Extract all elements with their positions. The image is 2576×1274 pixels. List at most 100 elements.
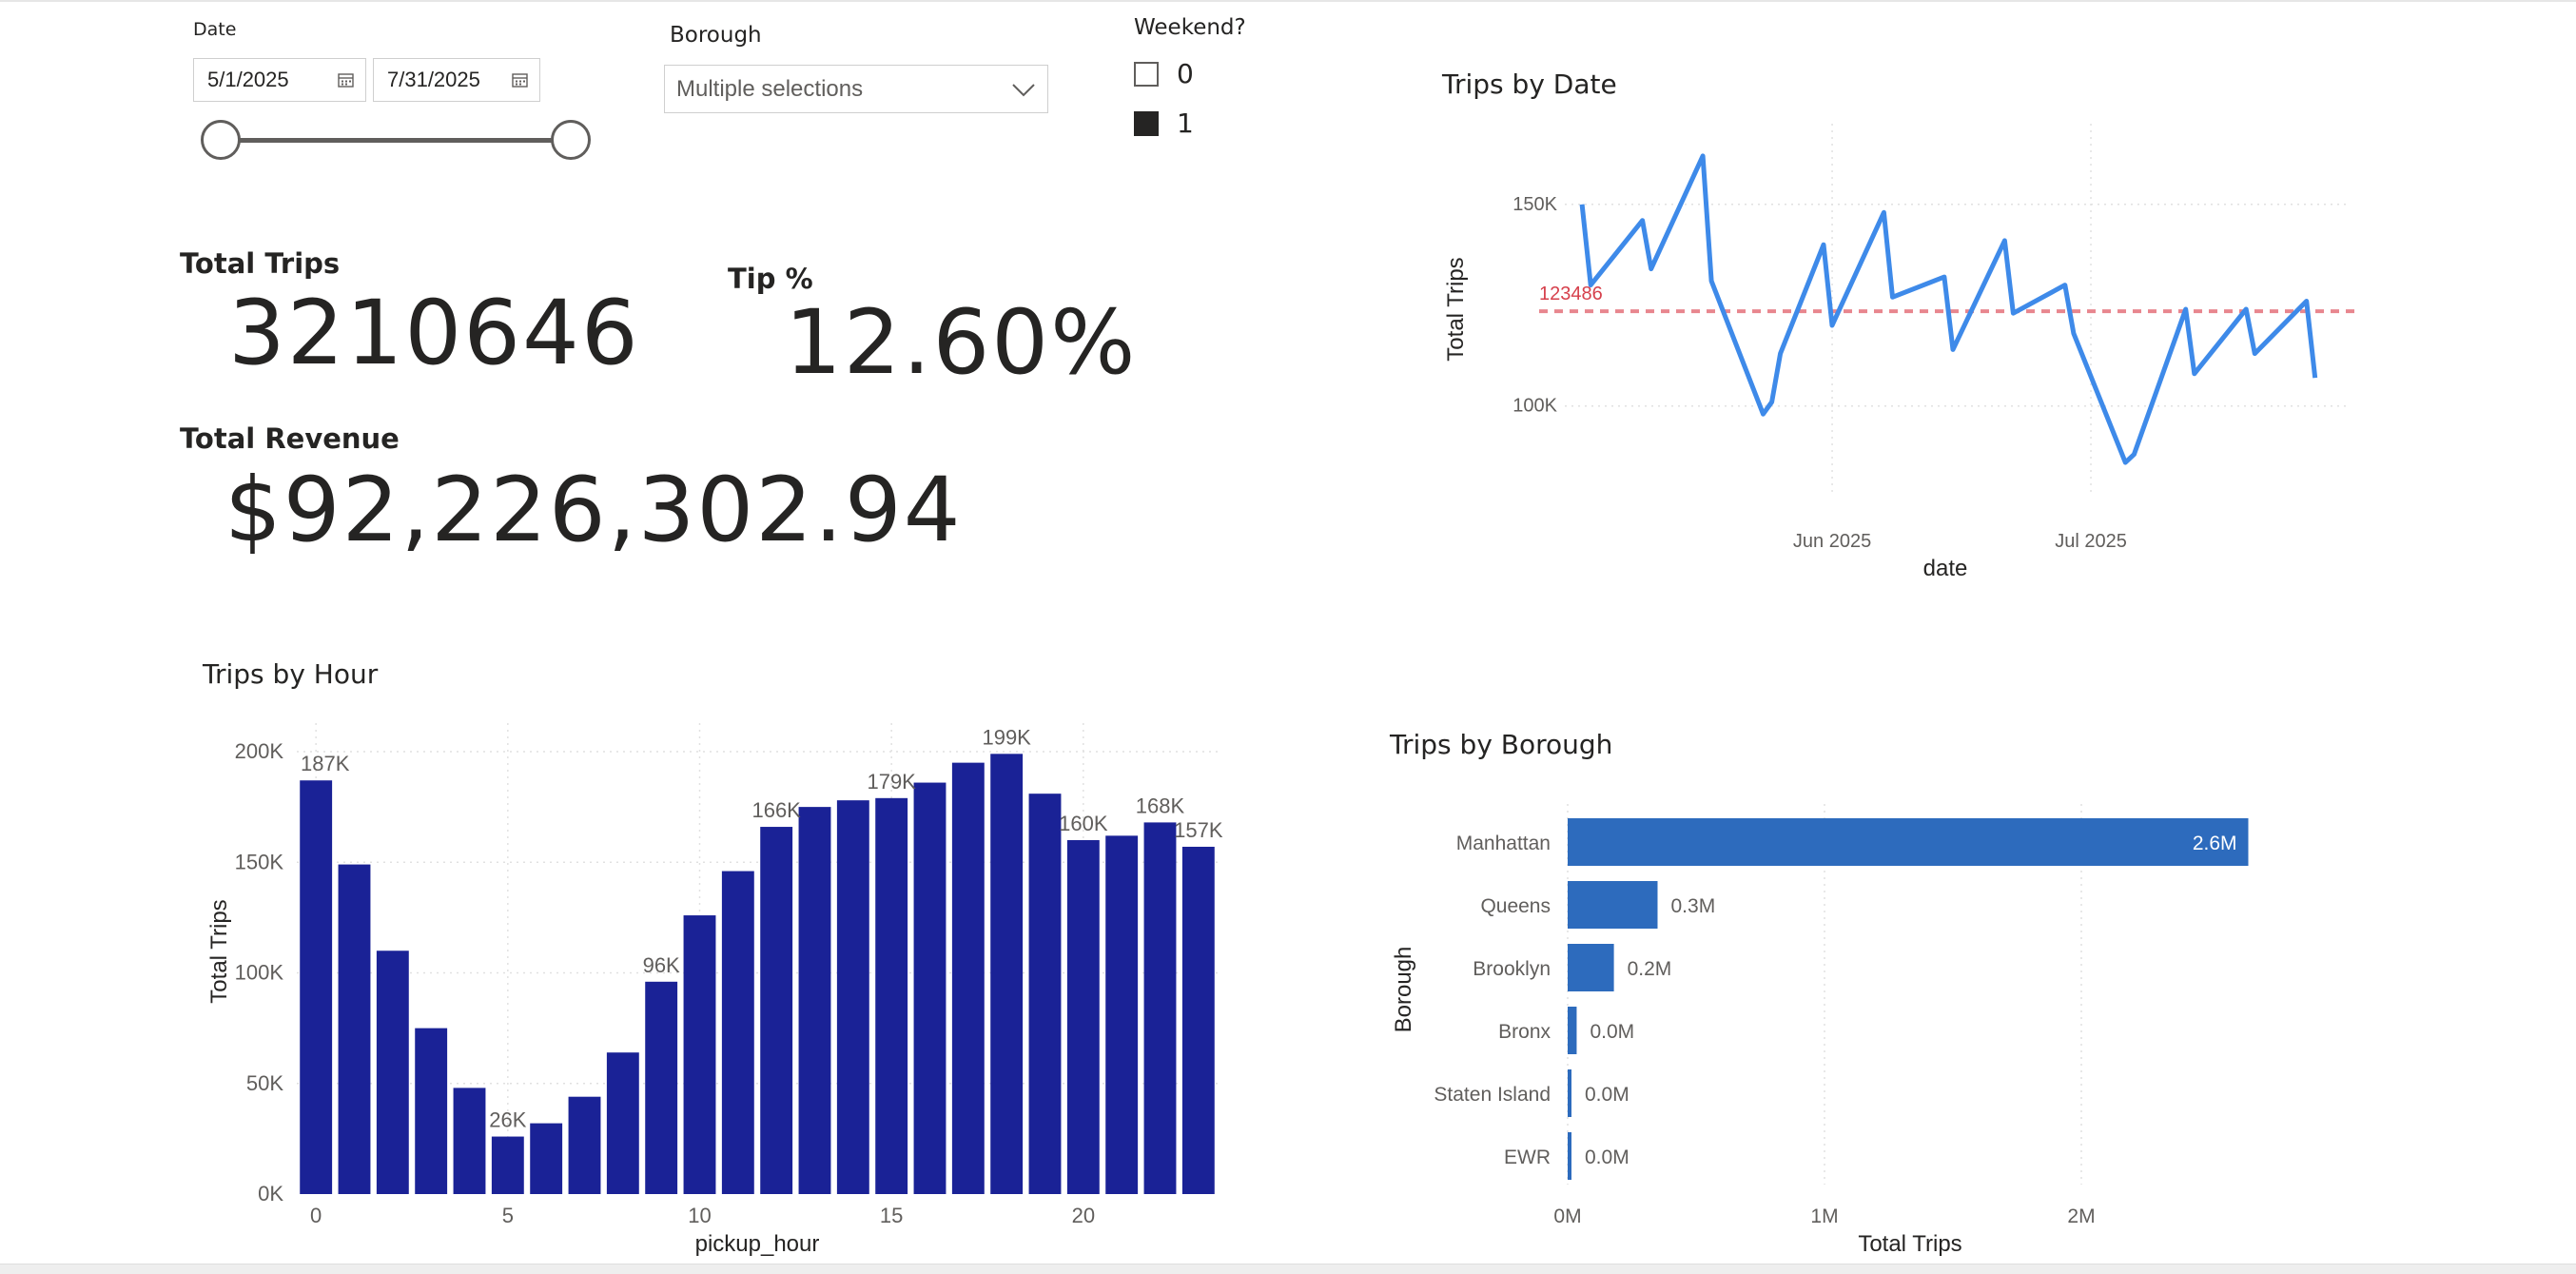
hour-bar bbox=[798, 807, 831, 1194]
x-tick-label: 0 bbox=[310, 1204, 322, 1227]
y-tick-label: 50K bbox=[246, 1071, 283, 1095]
trips-by-borough-chart: 0M 1M 2M Manhattan 2.6M Queens 0.3M Brooklyn 0.2… bbox=[1391, 804, 2249, 1257]
bottom-scrollbar[interactable] bbox=[0, 1264, 2576, 1274]
x-tick-label: 10 bbox=[688, 1204, 711, 1227]
date-range-end-handle[interactable] bbox=[551, 120, 591, 160]
borough-bar bbox=[1568, 944, 1614, 991]
borough-dropdown-value: Multiple selections bbox=[676, 75, 864, 102]
data-label: 96K bbox=[643, 953, 680, 977]
weekend-checkbox-1[interactable] bbox=[1134, 111, 1159, 136]
category-label: Manhattan bbox=[1456, 833, 1551, 854]
trips-by-date-title: Trips by Date bbox=[1442, 69, 1617, 100]
hour-bar bbox=[721, 871, 754, 1194]
x-tick-label: 2M bbox=[2067, 1205, 2095, 1227]
hour-bar bbox=[913, 782, 946, 1194]
trips-by-hour-chart: 0K 50K 100K 150K 200K 0 5 10 15 20 187K 26K 96K 166K 1… bbox=[206, 723, 1223, 1257]
end-date-input[interactable]: 7/31/2025 bbox=[373, 58, 540, 102]
y-axis-title: Total Trips bbox=[1443, 257, 1469, 361]
hour-bar bbox=[1066, 840, 1100, 1194]
hour-bar bbox=[951, 762, 985, 1194]
x-tick-label: 15 bbox=[880, 1204, 903, 1227]
data-label: 199K bbox=[982, 725, 1031, 749]
hour-bar bbox=[875, 797, 908, 1194]
hour-bar bbox=[990, 754, 1024, 1194]
x-tick-label: 0M bbox=[1553, 1205, 1581, 1227]
hour-bar bbox=[1181, 846, 1215, 1194]
hour-bar bbox=[530, 1123, 563, 1194]
y-axis-title: Borough bbox=[1391, 947, 1416, 1033]
top-border bbox=[0, 0, 2576, 2]
start-date-value: 5/1/2025 bbox=[207, 68, 289, 91]
borough-bar bbox=[1568, 881, 1658, 929]
calendar-icon[interactable] bbox=[512, 72, 528, 88]
calendar-icon[interactable] bbox=[338, 72, 354, 88]
x-tick-label: 1M bbox=[1810, 1205, 1838, 1227]
borough-bar bbox=[1568, 1007, 1577, 1054]
data-label: 166K bbox=[751, 798, 801, 822]
hour-bar bbox=[568, 1096, 601, 1194]
data-label: 0.2M bbox=[1628, 958, 1672, 980]
date-range-start-handle[interactable] bbox=[201, 120, 241, 160]
hour-bar bbox=[415, 1028, 448, 1194]
hour-bar bbox=[491, 1136, 524, 1194]
weekend-option-label: 1 bbox=[1177, 108, 1194, 139]
hour-bar bbox=[760, 827, 793, 1194]
data-label: 0.0M bbox=[1590, 1021, 1634, 1043]
y-tick-label: 150K bbox=[235, 850, 284, 873]
trips-series-line bbox=[1579, 153, 2318, 465]
borough-bar bbox=[1568, 818, 2249, 866]
hour-bar bbox=[645, 981, 678, 1194]
data-label: 187K bbox=[301, 752, 350, 775]
start-date-input[interactable]: 5/1/2025 bbox=[193, 58, 366, 102]
trips-by-hour-title: Trips by Hour bbox=[203, 658, 379, 690]
hour-bar bbox=[1143, 822, 1177, 1194]
category-label: Bronx bbox=[1498, 1021, 1551, 1043]
total-revenue-label: Total Revenue bbox=[180, 422, 400, 455]
borough-bar bbox=[1568, 1132, 1571, 1180]
data-label: 168K bbox=[1136, 794, 1185, 817]
y-axis-title: Total Trips bbox=[206, 899, 232, 1003]
data-label: 179K bbox=[867, 770, 916, 794]
hour-bar bbox=[338, 864, 371, 1194]
y-tick-label: 100K bbox=[1512, 396, 1557, 417]
category-label: Brooklyn bbox=[1473, 958, 1551, 980]
x-tick-label: 5 bbox=[502, 1204, 514, 1227]
data-label: 2.6M bbox=[2193, 833, 2237, 854]
date-slicer-title: Date bbox=[193, 19, 237, 40]
total-trips-value: 3210646 bbox=[228, 282, 640, 385]
tip-pct-value: 12.60% bbox=[785, 291, 1138, 395]
x-tick-label: Jul 2025 bbox=[2055, 531, 2127, 552]
hour-bar bbox=[376, 951, 409, 1194]
borough-slicer-title: Borough bbox=[670, 23, 762, 48]
data-label: 157K bbox=[1174, 818, 1223, 842]
data-label: 160K bbox=[1059, 812, 1108, 835]
hour-bar bbox=[1028, 794, 1062, 1194]
y-tick-label: 150K bbox=[1512, 194, 1557, 215]
weekend-slicer-title: Weekend? bbox=[1134, 15, 1246, 40]
hour-bar bbox=[453, 1088, 486, 1194]
chevron-down-icon[interactable] bbox=[1009, 77, 1038, 102]
category-label: Queens bbox=[1480, 895, 1551, 917]
category-label: EWR bbox=[1504, 1147, 1551, 1168]
data-label: 0.0M bbox=[1585, 1147, 1630, 1168]
tip-pct-label: Tip % bbox=[728, 263, 813, 295]
total-revenue-value: $92,226,302.94 bbox=[224, 459, 963, 562]
data-label: 26K bbox=[489, 1108, 526, 1132]
x-axis-title: pickup_hour bbox=[695, 1231, 820, 1257]
category-label: Staten Island bbox=[1434, 1084, 1551, 1106]
x-axis-title: date bbox=[1923, 556, 1968, 581]
x-axis-title: Total Trips bbox=[1858, 1231, 1961, 1257]
data-label: 0.0M bbox=[1585, 1084, 1630, 1106]
hour-bar bbox=[836, 800, 869, 1194]
x-tick-label: 20 bbox=[1072, 1204, 1095, 1227]
y-tick-label: 200K bbox=[235, 739, 284, 763]
trips-by-date-chart: 100K 150K Jun 2025 Jul 2025 123486 date Total … bbox=[1443, 124, 2354, 581]
trips-by-borough-title: Trips by Borough bbox=[1390, 729, 1613, 760]
hour-bar bbox=[300, 780, 333, 1194]
reference-line-label: 123486 bbox=[1539, 284, 1603, 304]
borough-dropdown[interactable]: Multiple selections bbox=[664, 65, 1048, 113]
weekend-checkbox-0[interactable] bbox=[1134, 62, 1159, 87]
date-range-track[interactable] bbox=[221, 138, 571, 143]
total-trips-label: Total Trips bbox=[180, 247, 341, 280]
end-date-value: 7/31/2025 bbox=[387, 68, 480, 91]
